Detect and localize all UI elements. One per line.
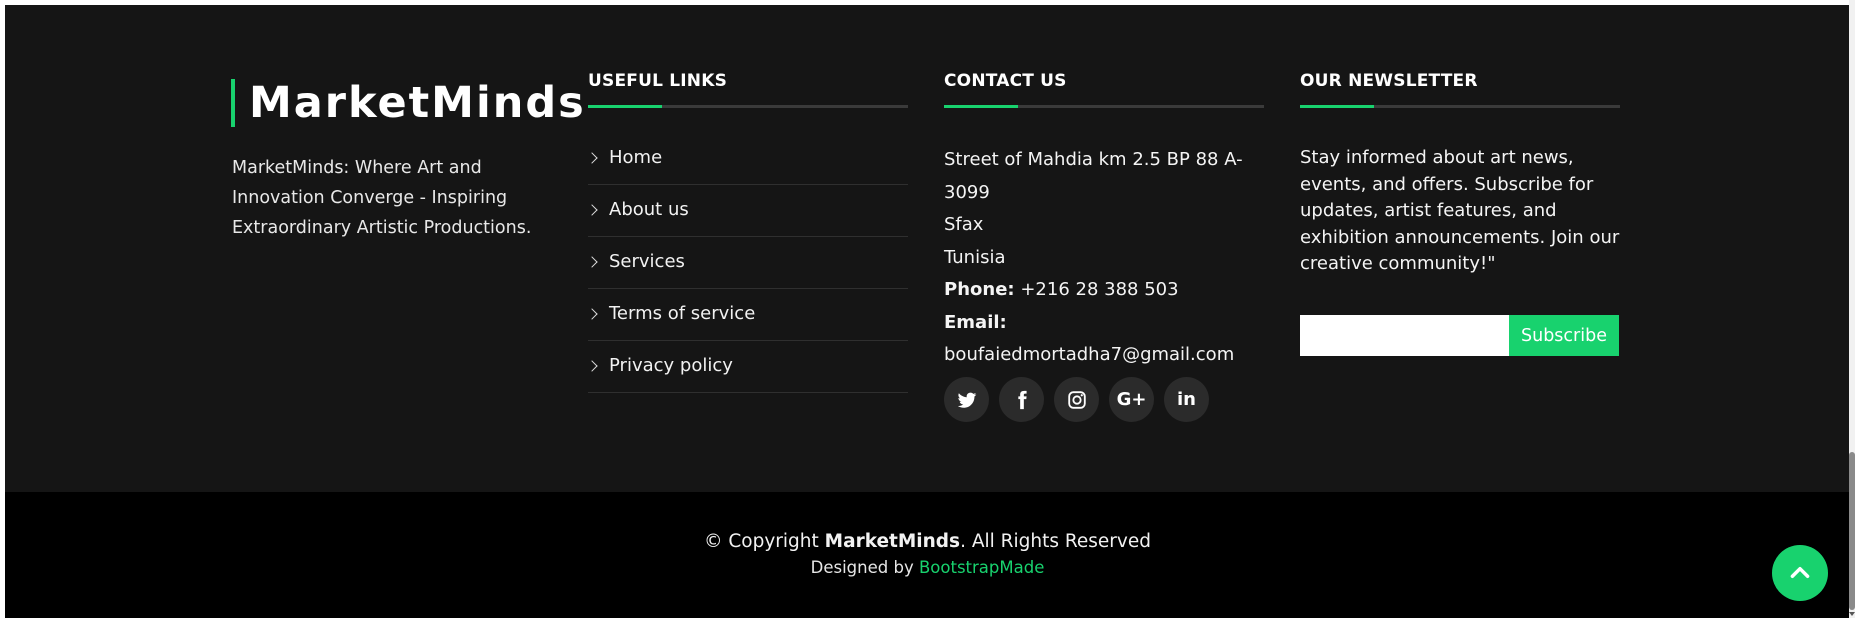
copyright: © Copyright MarketMinds. All Rights Rese…: [0, 531, 1855, 552]
scroll-down-arrow-icon[interactable]: [1849, 610, 1855, 618]
contact-phone-row: Phone: +216 28 388 503: [944, 274, 1274, 307]
link-item-services: Services: [588, 237, 908, 289]
newsletter-heading: OUR NEWSLETTER: [1300, 71, 1620, 108]
contact-country: Tunisia: [944, 246, 1006, 268]
link-privacy-policy[interactable]: Privacy policy: [609, 355, 733, 376]
brand-description: MarketMinds: Where Art and Innovation Co…: [232, 158, 532, 238]
brand-logo[interactable]: MarketMinds: [231, 79, 586, 127]
chevron-right-icon: [588, 149, 609, 167]
subscribe-button[interactable]: Subscribe: [1509, 315, 1619, 356]
instagram-icon[interactable]: [1054, 377, 1099, 422]
link-item-terms: Terms of service: [588, 289, 908, 341]
contact-address-line2: Sfax: [944, 214, 984, 235]
phone-value: +216 28 388 503: [1020, 279, 1179, 300]
designed-by-label: Designed by: [810, 558, 919, 577]
link-home[interactable]: Home: [609, 147, 662, 168]
useful-links-heading: USEFUL LINKS: [588, 71, 908, 108]
page-scrollbar[interactable]: [1849, 0, 1855, 618]
linkedin-icon[interactable]: in: [1164, 377, 1209, 422]
footer-top: MarketMinds MarketMinds: Where Art and I…: [5, 5, 1850, 492]
phone-label: Phone:: [944, 279, 1015, 300]
link-item-home: Home: [588, 133, 908, 185]
credits: Designed by BootstrapMade: [0, 558, 1855, 577]
newsletter-heading-text: OUR NEWSLETTER: [1300, 71, 1478, 91]
contact-info: Street of Mahdia km 2.5 BP 88 A-3099 Sfa…: [944, 144, 1274, 372]
contact-address-line1: Street of Mahdia km 2.5 BP 88 A-3099: [944, 149, 1243, 203]
chevron-right-icon: [588, 305, 609, 323]
heading-underline: [588, 105, 908, 108]
designer-link[interactable]: BootstrapMade: [919, 558, 1044, 577]
link-services[interactable]: Services: [609, 251, 685, 272]
scrollbar-thumb[interactable]: [1849, 452, 1855, 610]
contact-heading: CONTACT US: [944, 71, 1264, 108]
copyright-suffix: . All Rights Reserved: [960, 531, 1151, 552]
contact-heading-text: CONTACT US: [944, 71, 1067, 91]
useful-links-heading-text: USEFUL LINKS: [588, 71, 728, 91]
email-value: boufaiedmortadha7@gmail.com: [944, 344, 1235, 365]
link-item-privacy: Privacy policy: [588, 341, 908, 393]
useful-links-list: Home About us Services Terms of service …: [588, 133, 908, 393]
copyright-brand: MarketMinds: [824, 531, 961, 552]
contact-email-label-row: Email:: [944, 307, 1274, 340]
link-item-about: About us: [588, 185, 908, 237]
heading-underline: [1300, 105, 1620, 108]
back-to-top-button[interactable]: [1772, 545, 1828, 601]
twitter-icon[interactable]: [944, 377, 989, 422]
chevron-right-icon: [588, 253, 609, 271]
facebook-icon[interactable]: [999, 377, 1044, 422]
heading-underline: [944, 105, 1264, 108]
social-links: G+ in: [944, 377, 1209, 422]
link-about-us[interactable]: About us: [609, 199, 689, 220]
newsletter-email-input[interactable]: [1300, 315, 1509, 356]
footer-bottom: [5, 492, 1850, 618]
email-label: Email:: [944, 311, 1007, 333]
chevron-right-icon: [588, 357, 609, 375]
newsletter-text: Stay informed about art news, events, an…: [1300, 147, 1620, 274]
chevron-up-icon: [1790, 566, 1810, 578]
newsletter-form: Subscribe: [1300, 315, 1619, 356]
copyright-prefix: © Copyright: [704, 531, 825, 552]
google-plus-icon[interactable]: G+: [1109, 377, 1154, 422]
link-terms-of-service[interactable]: Terms of service: [609, 303, 755, 324]
chevron-right-icon: [588, 201, 609, 219]
page-frame: MarketMinds MarketMinds: Where Art and I…: [5, 5, 1850, 618]
